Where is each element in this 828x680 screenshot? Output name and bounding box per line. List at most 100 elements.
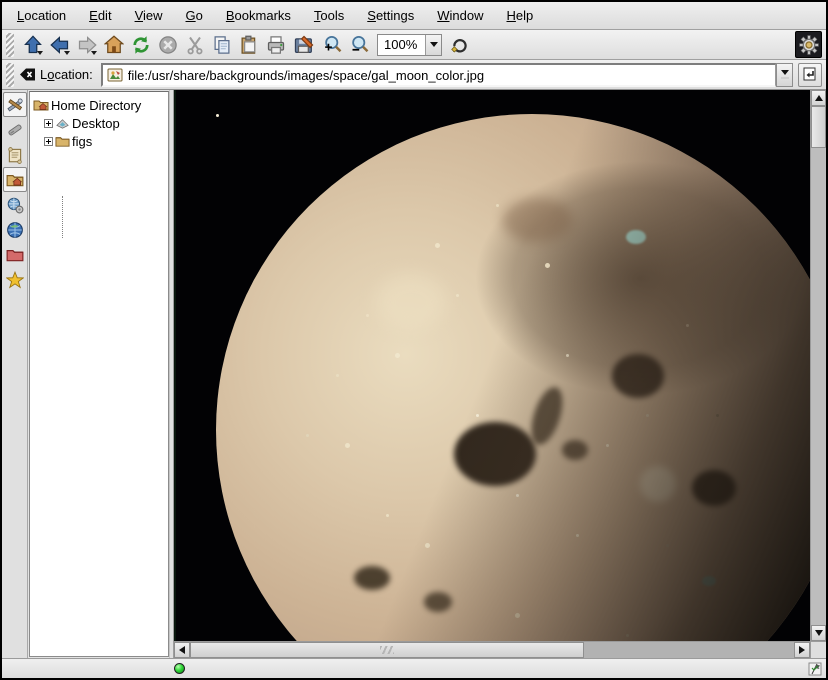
vertical-scroll-track[interactable]	[811, 148, 826, 625]
scroll-right-button[interactable]	[794, 642, 810, 658]
moon-shadow-overlay	[216, 114, 810, 641]
sidebar-root-directory-button[interactable]	[3, 242, 27, 267]
tree-item-label[interactable]: figs	[70, 134, 92, 149]
horizontal-scroll-thumb[interactable]	[190, 642, 584, 658]
copy-button[interactable]	[208, 31, 235, 58]
red-folder-icon	[6, 246, 24, 264]
sidebar-network-button[interactable]	[3, 192, 27, 217]
status-bar	[2, 658, 826, 678]
menu-view[interactable]: View	[126, 4, 172, 27]
home-folder-icon	[6, 171, 24, 189]
menu-window[interactable]: Window	[428, 4, 492, 27]
history-scroll-icon	[6, 146, 24, 164]
menu-bar: Location Edit View Go Bookmarks Tools Se…	[2, 2, 826, 30]
main-toolbar: 100%	[2, 30, 826, 60]
location-dropdown-button[interactable]	[776, 63, 793, 87]
tree-item-figs[interactable]: figs	[30, 132, 168, 150]
print-icon	[266, 35, 286, 55]
toolbar-grip[interactable]	[6, 33, 14, 57]
konqueror-throbber	[795, 31, 822, 58]
paste-button[interactable]	[235, 31, 262, 58]
activity-led-icon	[174, 663, 185, 674]
tree-item-label[interactable]: Home Directory	[49, 98, 141, 113]
vertical-scrollbar[interactable]	[810, 90, 826, 641]
forward-button[interactable]	[73, 31, 100, 58]
tree-item-label[interactable]: Desktop	[70, 116, 120, 131]
menu-bookmarks[interactable]: Bookmarks	[217, 4, 300, 27]
horizontal-scrollbar[interactable]	[174, 641, 810, 658]
cut-button[interactable]	[181, 31, 208, 58]
rotate-icon	[450, 35, 470, 55]
save-as-button[interactable]	[289, 31, 319, 58]
stop-icon	[158, 35, 178, 55]
stop-button[interactable]	[154, 31, 181, 58]
menu-settings[interactable]: Settings	[358, 4, 423, 27]
moon-crater-speckles	[216, 114, 219, 117]
tree-item-home-directory[interactable]: Home Directory	[30, 96, 168, 114]
view-indicator-flag-icon[interactable]	[808, 662, 822, 676]
zoom-level-combo[interactable]: 100%	[377, 34, 442, 56]
bookmark-icon	[6, 121, 24, 139]
cut-icon	[185, 35, 205, 55]
sidebar-services-button[interactable]	[3, 267, 27, 292]
menu-help[interactable]: Help	[498, 4, 543, 27]
tree-item-desktop[interactable]: Desktop	[30, 114, 168, 132]
zoom-in-icon	[323, 35, 343, 55]
back-dropdown-caret[interactable]	[64, 51, 70, 55]
go-icon	[802, 67, 818, 83]
scrollbar-corner	[810, 641, 826, 658]
scroll-up-button[interactable]	[811, 90, 826, 106]
rotate-button[interactable]	[446, 31, 473, 58]
up-dropdown-caret[interactable]	[37, 51, 43, 55]
print-button[interactable]	[262, 31, 289, 58]
star-icon	[6, 271, 24, 289]
forward-dropdown-caret[interactable]	[91, 51, 97, 55]
menu-go[interactable]: Go	[177, 4, 212, 27]
chevron-down-icon[interactable]	[425, 35, 441, 55]
globe-icon	[6, 221, 24, 239]
desktop-icon	[55, 116, 70, 131]
home-icon	[104, 35, 124, 55]
sidebar-history-button[interactable]	[3, 142, 27, 167]
location-toolbar-grip[interactable]	[6, 63, 14, 87]
menu-tools[interactable]: Tools	[305, 4, 353, 27]
horizontal-scroll-track[interactable]	[584, 642, 794, 658]
moon-image	[216, 114, 810, 641]
konqueror-gear-icon	[799, 35, 819, 55]
scroll-down-button[interactable]	[811, 625, 826, 641]
reload-button[interactable]	[127, 31, 154, 58]
zoom-in-button[interactable]	[319, 31, 346, 58]
zoom-level-value[interactable]: 100%	[378, 35, 425, 55]
location-input[interactable]: file:/usr/share/backgrounds/images/space…	[101, 63, 776, 87]
location-value[interactable]: file:/usr/share/backgrounds/images/space…	[128, 67, 775, 83]
folder-icon	[55, 134, 70, 149]
chevron-down-icon	[781, 70, 789, 75]
sidebar-home-directory-button[interactable]	[3, 167, 27, 192]
image-view	[174, 90, 826, 658]
clear-location-icon[interactable]	[19, 67, 36, 82]
tree-guide-line	[62, 196, 63, 238]
sidebar-bookmark-button[interactable]	[3, 117, 27, 142]
menu-location[interactable]: Location	[8, 4, 75, 27]
network-globe-icon	[6, 196, 24, 214]
image-viewport	[174, 90, 810, 641]
zoom-out-button[interactable]	[346, 31, 373, 58]
reload-icon	[131, 35, 151, 55]
up-button[interactable]	[19, 31, 46, 58]
back-button[interactable]	[46, 31, 73, 58]
sidebar-configure-button[interactable]	[3, 92, 27, 117]
expand-plus-icon[interactable]	[44, 137, 53, 146]
scroll-left-button[interactable]	[174, 642, 190, 658]
image-file-icon	[107, 68, 123, 82]
home-folder-icon	[33, 97, 49, 113]
sidebar-web-button[interactable]	[3, 217, 27, 242]
menu-edit[interactable]: Edit	[80, 4, 120, 27]
save-as-icon	[293, 35, 315, 55]
location-label: Location:	[40, 67, 93, 82]
go-button[interactable]	[798, 63, 822, 87]
navigation-panel-strip	[2, 90, 28, 658]
expand-plus-icon[interactable]	[44, 119, 53, 128]
home-button[interactable]	[100, 31, 127, 58]
vertical-scroll-thumb[interactable]	[811, 106, 826, 148]
folder-tree-panel: Home Directory Desktop figs	[29, 91, 169, 657]
